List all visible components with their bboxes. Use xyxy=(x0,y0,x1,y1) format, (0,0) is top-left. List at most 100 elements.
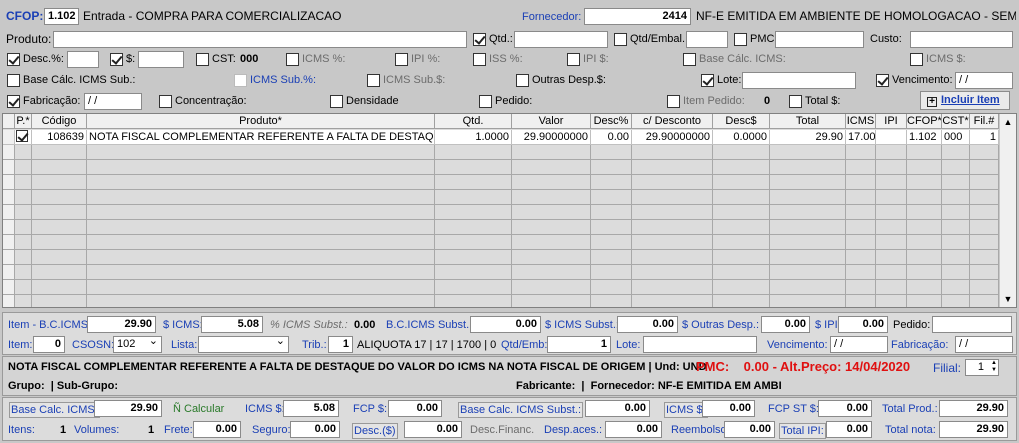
total-icms-subst-input[interactable]: 0.00 xyxy=(702,400,755,417)
cell-total[interactable]: 29.90 xyxy=(770,130,846,145)
empty-cell[interactable] xyxy=(87,160,435,175)
empty-cell[interactable] xyxy=(632,250,713,265)
empty-cell[interactable] xyxy=(32,175,87,190)
empty-cell[interactable] xyxy=(15,160,32,175)
empty-cell[interactable] xyxy=(15,250,32,265)
empty-cell[interactable] xyxy=(876,145,907,160)
col-header-cst[interactable]: CST* xyxy=(942,114,970,129)
empty-cell[interactable] xyxy=(970,265,999,280)
empty-cell[interactable] xyxy=(770,280,846,295)
empty-cell[interactable] xyxy=(632,205,713,220)
empty-cell[interactable] xyxy=(32,220,87,235)
empty-cell[interactable] xyxy=(32,235,87,250)
empty-cell[interactable] xyxy=(846,220,876,235)
empty-cell[interactable] xyxy=(435,295,512,307)
empty-cell[interactable] xyxy=(713,205,770,220)
empty-cell[interactable] xyxy=(87,250,435,265)
item-bc-icms-input[interactable]: 29.90 xyxy=(87,316,156,333)
grid-scrollbar[interactable]: ▲ ▼ xyxy=(999,114,1016,307)
item-icms-val-input[interactable]: 5.08 xyxy=(201,316,263,333)
reembolso-input[interactable]: 0.00 xyxy=(724,421,775,438)
empty-cell[interactable] xyxy=(770,250,846,265)
qtd-emb-input[interactable]: 1 xyxy=(547,336,611,353)
empty-cell[interactable] xyxy=(512,190,591,205)
empty-cell[interactable] xyxy=(591,220,632,235)
row-indicator[interactable] xyxy=(3,220,15,235)
cell-ipi[interactable] xyxy=(876,130,907,145)
nao-calcular-label[interactable]: Ñ Calcular xyxy=(173,402,224,416)
empty-cell[interactable] xyxy=(32,265,87,280)
empty-cell[interactable] xyxy=(632,175,713,190)
col-header-valor[interactable]: Valor xyxy=(512,114,591,129)
col-header-fil[interactable]: Fil.# xyxy=(970,114,999,129)
cell-valor[interactable]: 29.90000000 xyxy=(512,130,591,145)
item-pedido-checkbox[interactable] xyxy=(667,95,680,108)
cell-icms[interactable]: 17.00 xyxy=(846,130,876,145)
outras-desp-checkbox[interactable] xyxy=(516,74,529,87)
empty-cell[interactable] xyxy=(435,220,512,235)
empty-cell[interactable] xyxy=(32,190,87,205)
empty-cell[interactable] xyxy=(907,280,942,295)
total-nota-input[interactable]: 29.90 xyxy=(939,421,1008,438)
fcp-input[interactable]: 0.00 xyxy=(388,400,442,417)
col-header-desc-pct[interactable]: Desc% xyxy=(591,114,632,129)
empty-cell[interactable] xyxy=(591,235,632,250)
empty-cell[interactable] xyxy=(713,145,770,160)
qtd-input[interactable] xyxy=(514,31,608,48)
empty-cell[interactable] xyxy=(512,280,591,295)
empty-cell[interactable] xyxy=(632,280,713,295)
empty-cell[interactable] xyxy=(942,250,970,265)
col-header-ipi[interactable]: IPI xyxy=(876,114,907,129)
empty-cell[interactable] xyxy=(907,295,942,307)
desc-input[interactable]: 0.00 xyxy=(404,421,462,438)
empty-cell[interactable] xyxy=(942,220,970,235)
total-ipi-input[interactable]: 0.00 xyxy=(826,421,872,438)
cell-c-desconto[interactable]: 29.90000000 xyxy=(632,130,713,145)
empty-cell[interactable] xyxy=(876,235,907,250)
empty-cell[interactable] xyxy=(32,295,87,307)
cell-desc-pct[interactable]: 0.00 xyxy=(591,130,632,145)
col-header-total[interactable]: Total xyxy=(770,114,846,129)
col-header-icms[interactable]: ICMS xyxy=(846,114,876,129)
empty-cell[interactable] xyxy=(713,220,770,235)
empty-cell[interactable] xyxy=(435,250,512,265)
empty-cell[interactable] xyxy=(770,265,846,280)
frete-input[interactable]: 0.00 xyxy=(193,421,241,438)
empty-cell[interactable] xyxy=(32,145,87,160)
empty-cell[interactable] xyxy=(846,190,876,205)
filial-spinner[interactable]: 1 ▲ ▼ xyxy=(965,359,999,376)
empty-cell[interactable] xyxy=(876,250,907,265)
row-indicator[interactable] xyxy=(3,295,15,307)
icms-pct-checkbox[interactable] xyxy=(286,53,299,66)
empty-cell[interactable] xyxy=(876,280,907,295)
densidade-checkbox[interactable] xyxy=(330,95,343,108)
col-header-c-desconto[interactable]: c/ Desconto xyxy=(632,114,713,129)
col-header-qtd[interactable]: Qtd. xyxy=(435,114,512,129)
empty-cell[interactable] xyxy=(770,220,846,235)
item-input[interactable]: 0 xyxy=(33,336,65,353)
empty-cell[interactable] xyxy=(632,145,713,160)
empty-cell[interactable] xyxy=(846,175,876,190)
empty-cell[interactable] xyxy=(846,235,876,250)
empty-cell[interactable] xyxy=(435,205,512,220)
empty-cell[interactable] xyxy=(632,295,713,307)
empty-cell[interactable] xyxy=(87,205,435,220)
col-header-produto[interactable]: Produto* xyxy=(87,114,435,129)
col-header-codigo[interactable]: Código xyxy=(32,114,87,129)
iss-pct-checkbox[interactable] xyxy=(473,53,486,66)
empty-cell[interactable] xyxy=(15,235,32,250)
row-indicator[interactable] xyxy=(3,190,15,205)
empty-cell[interactable] xyxy=(970,190,999,205)
empty-cell[interactable] xyxy=(970,205,999,220)
spin-arrows-icon[interactable]: ▲ ▼ xyxy=(991,360,997,374)
empty-cell[interactable] xyxy=(512,160,591,175)
empty-cell[interactable] xyxy=(87,175,435,190)
empty-cell[interactable] xyxy=(591,145,632,160)
empty-cell[interactable] xyxy=(512,205,591,220)
scroll-down-icon[interactable]: ▼ xyxy=(1000,291,1016,307)
items-grid[interactable]: P.* Código Produto* Qtd. Valor Desc% c/ … xyxy=(2,113,1017,308)
total-prod-input[interactable]: 29.90 xyxy=(939,400,1008,417)
empty-cell[interactable] xyxy=(632,235,713,250)
empty-cell[interactable] xyxy=(713,175,770,190)
base-icms-checkbox[interactable] xyxy=(683,53,696,66)
